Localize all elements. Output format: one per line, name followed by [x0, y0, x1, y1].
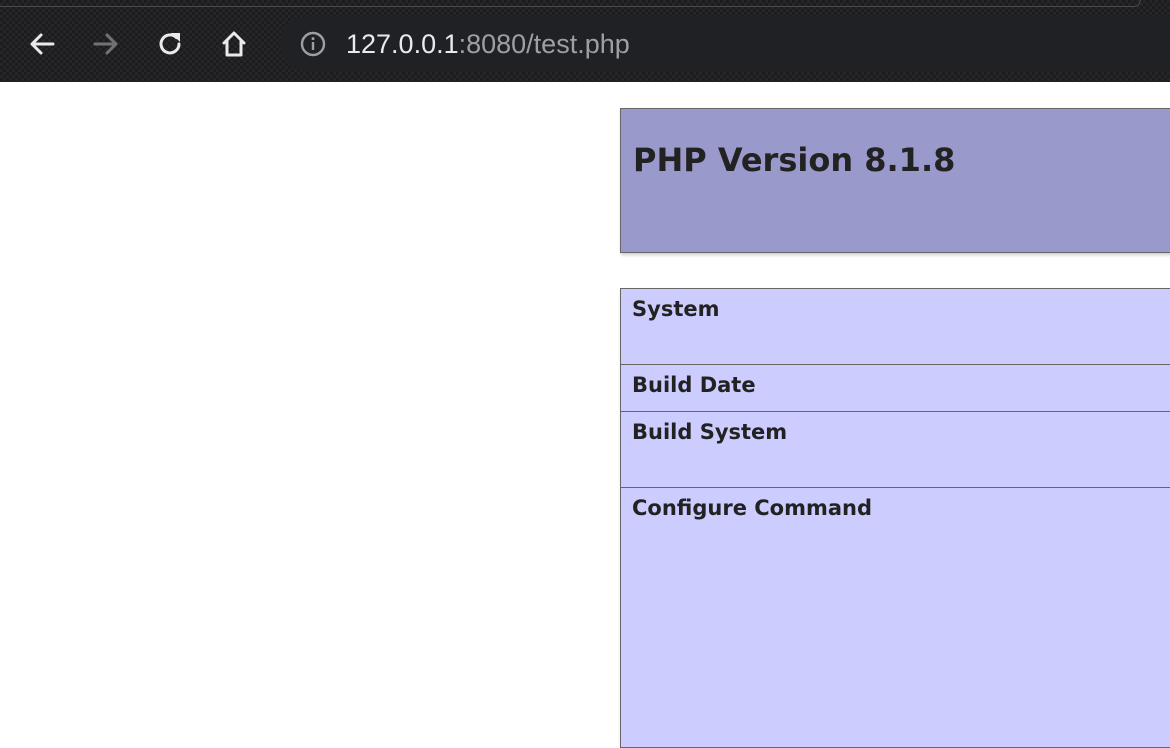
php-info-table: System Build Date Build System Configure… — [620, 288, 1170, 748]
back-button[interactable] — [22, 24, 62, 64]
info-circle-icon[interactable] — [300, 31, 326, 57]
home-button[interactable] — [214, 24, 254, 64]
row-label-build-date: Build Date — [621, 365, 1170, 412]
row-label-system: System — [621, 289, 1170, 365]
home-icon — [218, 28, 250, 60]
row-label-configure-command: Configure Command — [621, 488, 1170, 748]
browser-toolbar: 127.0.0.1:8080/test.php — [0, 0, 1170, 82]
php-version-header: PHP Version 8.1.8 — [620, 108, 1170, 253]
tab-strip-edge — [0, 0, 1141, 7]
table-row: Build System — [621, 412, 1170, 488]
table-row: Configure Command — [621, 488, 1170, 748]
url-path: :8080/test.php — [459, 29, 630, 59]
page-title: PHP Version 8.1.8 — [633, 141, 955, 179]
url-text[interactable]: 127.0.0.1:8080/test.php — [346, 29, 630, 59]
table-row: System — [621, 289, 1170, 365]
address-bar[interactable]: 127.0.0.1:8080/test.php — [280, 16, 1170, 72]
arrow-left-icon — [26, 28, 58, 60]
table-row: Build Date — [621, 365, 1170, 412]
reload-button[interactable] — [150, 24, 190, 64]
arrow-right-icon — [90, 28, 122, 60]
forward-button[interactable] — [86, 24, 126, 64]
page-content: PHP Version 8.1.8 System Build Date Buil… — [0, 82, 1170, 730]
reload-icon — [154, 28, 186, 60]
url-host: 127.0.0.1 — [346, 29, 459, 59]
row-label-build-system: Build System — [621, 412, 1170, 488]
